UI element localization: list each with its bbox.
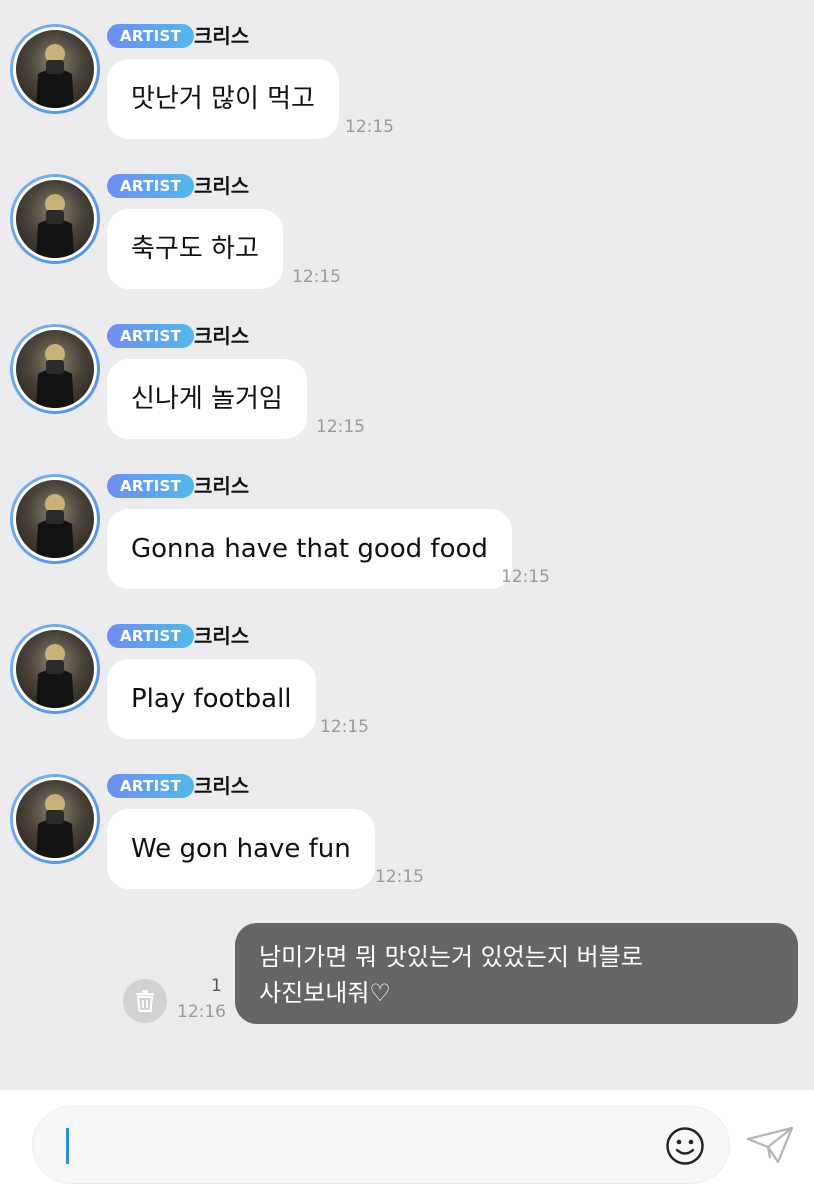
- message-input-box[interactable]: [32, 1106, 730, 1185]
- avatar[interactable]: [10, 324, 100, 414]
- message-bubble[interactable]: Play football: [107, 659, 316, 739]
- avatar[interactable]: [10, 24, 100, 114]
- unread-count: 1: [211, 976, 222, 996]
- artist-badge: ARTIST: [107, 174, 195, 198]
- message-input[interactable]: [73, 1107, 657, 1185]
- delete-button[interactable]: [123, 979, 167, 1023]
- smiley-icon[interactable]: [665, 1126, 705, 1166]
- incoming-message: ARTIST 크리스 축구도 하고 12:15: [0, 150, 814, 300]
- incoming-message: ARTIST 크리스 We gon have fun 12:15: [0, 750, 814, 900]
- message-time: 12:15: [345, 117, 394, 137]
- message-bubble[interactable]: We gon have fun: [107, 809, 375, 889]
- sender-name: 크리스: [194, 324, 250, 348]
- message-time: 12:15: [320, 717, 369, 737]
- text-caret: [66, 1128, 69, 1164]
- avatar[interactable]: [10, 474, 100, 564]
- message-time: 12:16: [177, 1002, 226, 1022]
- sender-name: 크리스: [194, 474, 250, 498]
- avatar[interactable]: [10, 174, 100, 264]
- sender-name: 크리스: [194, 174, 250, 198]
- artist-badge: ARTIST: [107, 624, 195, 648]
- message-time: 12:15: [501, 567, 550, 587]
- sender-name: 크리스: [194, 624, 250, 648]
- sender-name: 크리스: [194, 774, 250, 798]
- artist-badge: ARTIST: [107, 24, 195, 48]
- message-bubble[interactable]: 신나게 놀거임: [107, 359, 307, 439]
- chat-thread: ARTIST 크리스 맛난거 많이 먹고 12:15 ARTIST 크리스 축구…: [0, 0, 814, 1090]
- artist-badge: ARTIST: [107, 324, 195, 348]
- message-time: 12:15: [292, 267, 341, 287]
- message-bubble[interactable]: Gonna have that good food: [107, 509, 512, 589]
- message-composer: [0, 1090, 814, 1200]
- incoming-message: ARTIST 크리스 Gonna have that good food 12:…: [0, 450, 814, 600]
- avatar[interactable]: [10, 624, 100, 714]
- message-time: 12:15: [375, 867, 424, 887]
- paper-plane-icon[interactable]: [746, 1125, 794, 1165]
- incoming-message: ARTIST 크리스 Play football 12:15: [0, 600, 814, 750]
- artist-badge: ARTIST: [107, 474, 195, 498]
- incoming-message: ARTIST 크리스 맛난거 많이 먹고 12:15: [0, 0, 814, 150]
- message-time: 12:15: [316, 417, 365, 437]
- message-line: 남미가면 뭐 맛있는거 있었는지 버블로: [259, 943, 643, 971]
- avatar[interactable]: [10, 774, 100, 864]
- incoming-message: ARTIST 크리스 신나게 놀거임 12:15: [0, 300, 814, 450]
- sender-name: 크리스: [194, 24, 250, 48]
- artist-badge: ARTIST: [107, 774, 195, 798]
- outgoing-message-bubble[interactable]: 남미가면 뭐 맛있는거 있었는지 버블로 사진보내줘♡: [235, 923, 798, 1024]
- message-bubble[interactable]: 축구도 하고: [107, 209, 283, 289]
- message-line: 사진보내줘♡: [259, 979, 391, 1007]
- trash-icon: [136, 990, 154, 1012]
- message-bubble[interactable]: 맛난거 많이 먹고: [107, 59, 339, 139]
